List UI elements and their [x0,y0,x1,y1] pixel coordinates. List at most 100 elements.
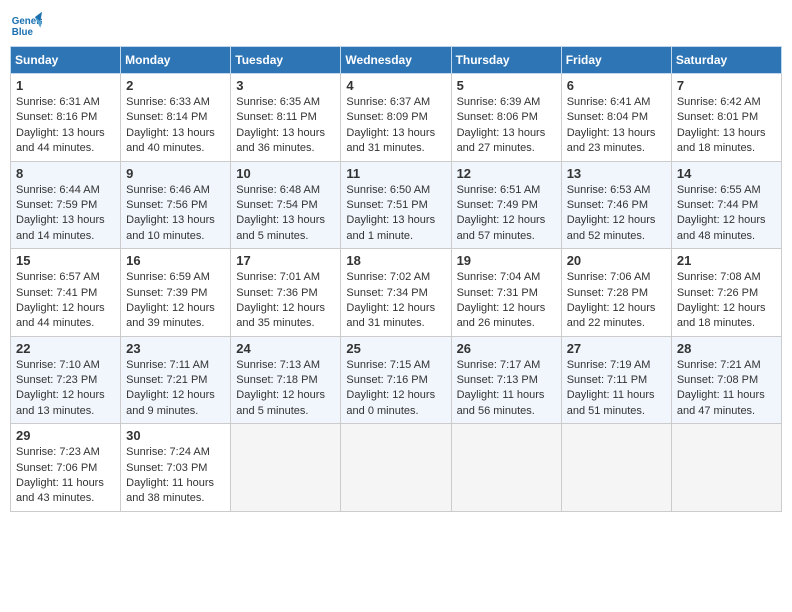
sunset-text: Sunset: 7:06 PM [16,461,115,476]
sunset-text: Sunset: 8:04 PM [567,110,666,125]
calendar-week-row: 22 Sunrise: 7:10 AM Sunset: 7:23 PM Dayl… [11,336,782,424]
day-info: Sunrise: 6:48 AM Sunset: 7:54 PM Dayligh… [236,183,335,245]
sunset-text: Sunset: 8:11 PM [236,110,335,125]
day-number: 19 [457,253,556,268]
day-info: Sunrise: 7:17 AM Sunset: 7:13 PM Dayligh… [457,358,556,420]
sunset-text: Sunset: 7:13 PM [457,373,556,388]
calendar-cell: 27 Sunrise: 7:19 AM Sunset: 7:11 PM Dayl… [561,336,671,424]
sunrise-text: Sunrise: 7:04 AM [457,270,556,285]
day-number: 28 [677,341,776,356]
day-number: 11 [346,166,445,181]
sunset-text: Sunset: 7:03 PM [126,461,225,476]
sunset-text: Sunset: 8:01 PM [677,110,776,125]
day-info: Sunrise: 7:19 AM Sunset: 7:11 PM Dayligh… [567,358,666,420]
calendar-week-row: 15 Sunrise: 6:57 AM Sunset: 7:41 PM Dayl… [11,249,782,337]
calendar-cell: 13 Sunrise: 6:53 AM Sunset: 7:46 PM Dayl… [561,161,671,249]
day-info: Sunrise: 6:55 AM Sunset: 7:44 PM Dayligh… [677,183,776,245]
calendar-cell: 21 Sunrise: 7:08 AM Sunset: 7:26 PM Dayl… [671,249,781,337]
daylight-text: Daylight: 11 hours and 51 minutes. [567,388,666,419]
day-info: Sunrise: 6:39 AM Sunset: 8:06 PM Dayligh… [457,95,556,157]
day-info: Sunrise: 6:51 AM Sunset: 7:49 PM Dayligh… [457,183,556,245]
sunset-text: Sunset: 7:31 PM [457,286,556,301]
calendar-week-row: 8 Sunrise: 6:44 AM Sunset: 7:59 PM Dayli… [11,161,782,249]
day-info: Sunrise: 6:50 AM Sunset: 7:51 PM Dayligh… [346,183,445,245]
day-number: 14 [677,166,776,181]
sunrise-text: Sunrise: 6:48 AM [236,183,335,198]
day-info: Sunrise: 7:21 AM Sunset: 7:08 PM Dayligh… [677,358,776,420]
daylight-text: Daylight: 12 hours and 26 minutes. [457,301,556,332]
sunset-text: Sunset: 7:46 PM [567,198,666,213]
page-header: General Blue [10,10,782,42]
sunrise-text: Sunrise: 6:55 AM [677,183,776,198]
sunset-text: Sunset: 7:34 PM [346,286,445,301]
calendar-cell: 6 Sunrise: 6:41 AM Sunset: 8:04 PM Dayli… [561,74,671,162]
calendar-cell: 18 Sunrise: 7:02 AM Sunset: 7:34 PM Dayl… [341,249,451,337]
sunrise-text: Sunrise: 6:59 AM [126,270,225,285]
day-info: Sunrise: 6:41 AM Sunset: 8:04 PM Dayligh… [567,95,666,157]
day-info: Sunrise: 7:02 AM Sunset: 7:34 PM Dayligh… [346,270,445,332]
day-info: Sunrise: 7:11 AM Sunset: 7:21 PM Dayligh… [126,358,225,420]
calendar-cell: 20 Sunrise: 7:06 AM Sunset: 7:28 PM Dayl… [561,249,671,337]
sunset-text: Sunset: 7:36 PM [236,286,335,301]
sunrise-text: Sunrise: 7:06 AM [567,270,666,285]
calendar-cell: 25 Sunrise: 7:15 AM Sunset: 7:16 PM Dayl… [341,336,451,424]
day-number: 22 [16,341,115,356]
calendar-cell [561,424,671,512]
daylight-text: Daylight: 13 hours and 44 minutes. [16,126,115,157]
daylight-text: Daylight: 12 hours and 18 minutes. [677,301,776,332]
day-number: 18 [346,253,445,268]
day-info: Sunrise: 6:44 AM Sunset: 7:59 PM Dayligh… [16,183,115,245]
day-header-sunday: Sunday [11,47,121,74]
day-number: 1 [16,78,115,93]
calendar-cell: 3 Sunrise: 6:35 AM Sunset: 8:11 PM Dayli… [231,74,341,162]
day-info: Sunrise: 6:53 AM Sunset: 7:46 PM Dayligh… [567,183,666,245]
sunrise-text: Sunrise: 7:08 AM [677,270,776,285]
daylight-text: Daylight: 13 hours and 31 minutes. [346,126,445,157]
sunrise-text: Sunrise: 7:19 AM [567,358,666,373]
calendar-cell: 12 Sunrise: 6:51 AM Sunset: 7:49 PM Dayl… [451,161,561,249]
sunrise-text: Sunrise: 7:10 AM [16,358,115,373]
calendar-cell: 11 Sunrise: 6:50 AM Sunset: 7:51 PM Dayl… [341,161,451,249]
sunrise-text: Sunrise: 6:57 AM [16,270,115,285]
daylight-text: Daylight: 12 hours and 9 minutes. [126,388,225,419]
daylight-text: Daylight: 13 hours and 40 minutes. [126,126,225,157]
sunrise-text: Sunrise: 6:37 AM [346,95,445,110]
day-info: Sunrise: 7:01 AM Sunset: 7:36 PM Dayligh… [236,270,335,332]
sunrise-text: Sunrise: 6:44 AM [16,183,115,198]
sunrise-text: Sunrise: 7:24 AM [126,445,225,460]
sunrise-text: Sunrise: 6:51 AM [457,183,556,198]
calendar-cell: 26 Sunrise: 7:17 AM Sunset: 7:13 PM Dayl… [451,336,561,424]
day-header-saturday: Saturday [671,47,781,74]
sunrise-text: Sunrise: 7:02 AM [346,270,445,285]
day-number: 26 [457,341,556,356]
sunrise-text: Sunrise: 6:39 AM [457,95,556,110]
calendar-cell: 4 Sunrise: 6:37 AM Sunset: 8:09 PM Dayli… [341,74,451,162]
day-info: Sunrise: 6:59 AM Sunset: 7:39 PM Dayligh… [126,270,225,332]
sunrise-text: Sunrise: 7:17 AM [457,358,556,373]
day-header-tuesday: Tuesday [231,47,341,74]
day-info: Sunrise: 7:24 AM Sunset: 7:03 PM Dayligh… [126,445,225,507]
calendar-cell [231,424,341,512]
calendar-cell: 22 Sunrise: 7:10 AM Sunset: 7:23 PM Dayl… [11,336,121,424]
sunrise-text: Sunrise: 7:13 AM [236,358,335,373]
sunrise-text: Sunrise: 6:50 AM [346,183,445,198]
day-header-monday: Monday [121,47,231,74]
calendar-cell: 9 Sunrise: 6:46 AM Sunset: 7:56 PM Dayli… [121,161,231,249]
sunset-text: Sunset: 7:54 PM [236,198,335,213]
day-number: 16 [126,253,225,268]
calendar-cell [341,424,451,512]
day-info: Sunrise: 6:37 AM Sunset: 8:09 PM Dayligh… [346,95,445,157]
calendar-cell: 29 Sunrise: 7:23 AM Sunset: 7:06 PM Dayl… [11,424,121,512]
sunset-text: Sunset: 7:51 PM [346,198,445,213]
calendar-cell: 23 Sunrise: 7:11 AM Sunset: 7:21 PM Dayl… [121,336,231,424]
calendar-cell: 30 Sunrise: 7:24 AM Sunset: 7:03 PM Dayl… [121,424,231,512]
calendar-header-row: SundayMondayTuesdayWednesdayThursdayFrid… [11,47,782,74]
daylight-text: Daylight: 12 hours and 5 minutes. [236,388,335,419]
calendar-table: SundayMondayTuesdayWednesdayThursdayFrid… [10,46,782,512]
day-info: Sunrise: 6:35 AM Sunset: 8:11 PM Dayligh… [236,95,335,157]
calendar-cell: 1 Sunrise: 6:31 AM Sunset: 8:16 PM Dayli… [11,74,121,162]
sunset-text: Sunset: 7:28 PM [567,286,666,301]
calendar-cell [451,424,561,512]
daylight-text: Daylight: 13 hours and 5 minutes. [236,213,335,244]
sunset-text: Sunset: 8:09 PM [346,110,445,125]
